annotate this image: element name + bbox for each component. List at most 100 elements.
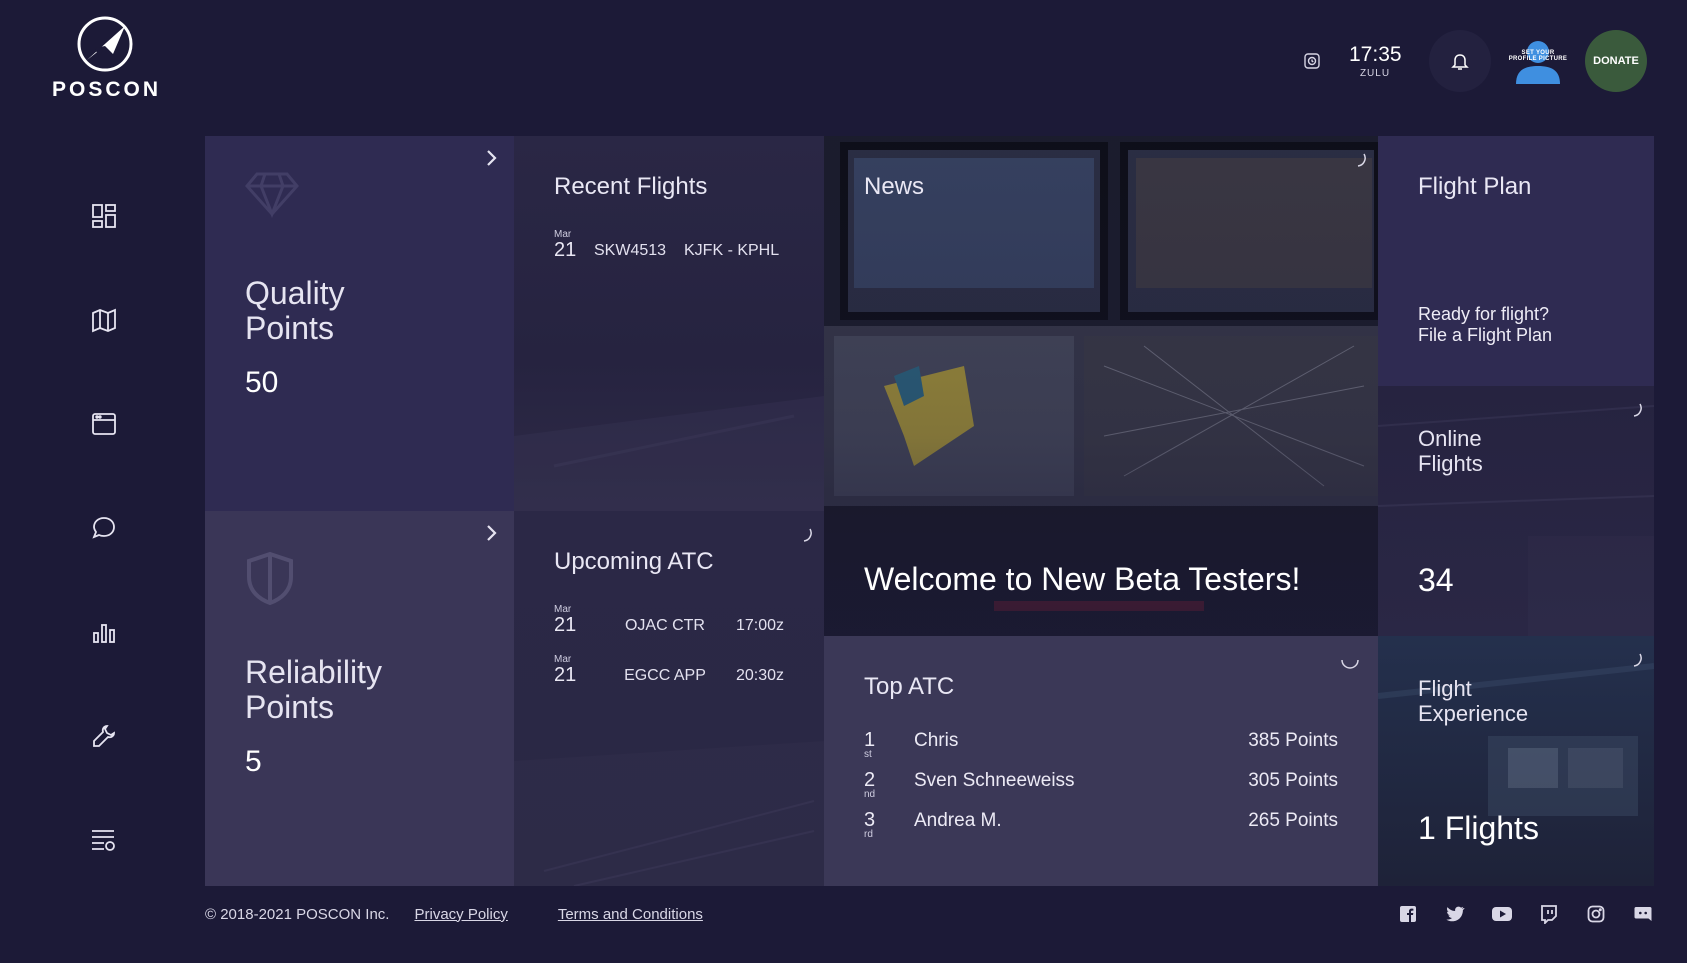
header-toolbar: 17:35 ZULU SET YOUR PROFILE PICTURE DONA… — [1297, 28, 1647, 94]
twitch-link[interactable] — [1538, 903, 1560, 925]
sidebar-item-map[interactable] — [78, 294, 130, 346]
map-icon — [92, 308, 116, 333]
profile-picture-prompt: SET YOUR PROFILE PICTURE — [1508, 50, 1568, 62]
quality-points-label: Quality Points — [245, 275, 345, 346]
shield-icon — [247, 551, 293, 605]
chat-icon — [92, 517, 115, 539]
flight-date: Mar 21 — [554, 229, 577, 261]
sidebar-nav — [78, 190, 130, 866]
flight-experience-title: Flight Experience — [1418, 676, 1529, 726]
bell-icon — [1451, 54, 1469, 70]
loading-spinner-icon — [803, 528, 812, 542]
news-title: News — [864, 173, 925, 200]
leaderboard-points: 305 Points — [1248, 770, 1338, 791]
upcoming-atc-title: Upcoming ATC — [554, 548, 714, 575]
atc-date: Mar 21 — [554, 654, 577, 686]
top-atc-title: Top ATC — [864, 673, 955, 700]
chevron-right-icon — [487, 525, 497, 541]
leaderboard-points: 265 Points — [1248, 810, 1338, 831]
bar-chart-icon — [93, 624, 115, 643]
upcoming-atc-card[interactable]: Upcoming ATC Mar 21 OJAC CTR 17:00z Mar … — [514, 511, 824, 886]
leaderboard-row[interactable]: 2 nd Sven Schneeweiss 305 Points — [864, 770, 1338, 800]
reliability-points-card[interactable]: Reliability Points 5 — [205, 511, 514, 886]
flight-plan-card[interactable]: Flight Plan Ready for flight? File a Fli… — [1378, 136, 1654, 386]
discord-icon — [1634, 907, 1652, 921]
loading-spinner-icon — [1633, 403, 1642, 417]
privacy-policy-link[interactable]: Privacy Policy — [414, 906, 507, 923]
leaderboard-row[interactable]: 3 rd Andrea M. 265 Points — [864, 810, 1338, 840]
loading-spinner-icon — [1341, 659, 1359, 669]
quality-points-value: 50 — [245, 366, 279, 399]
profile-picture-button[interactable]: SET YOUR PROFILE PICTURE — [1505, 30, 1571, 92]
leaderboard-rank: 2 nd — [864, 769, 876, 800]
sidebar-item-tools[interactable] — [78, 710, 130, 762]
wrench-icon — [93, 725, 115, 747]
flight-plan-title: Flight Plan — [1418, 173, 1532, 200]
quality-points-card[interactable]: Quality Points 50 — [205, 136, 514, 511]
online-flights-card[interactable]: Online Flights 34 — [1378, 386, 1654, 636]
donate-button[interactable]: DONATE — [1585, 30, 1647, 92]
background-photo — [1378, 663, 1654, 816]
sidebar-item-chat[interactable] — [78, 502, 130, 554]
timezone-toggle[interactable] — [1297, 46, 1327, 76]
flight-callsign: SKW4513 — [594, 242, 667, 259]
recent-flights-title: Recent Flights — [554, 173, 708, 200]
news-card[interactable]: News Welcome to New Beta Testers! — [824, 136, 1378, 636]
sidebar-item-window[interactable] — [78, 398, 130, 450]
chevron-right-icon — [487, 150, 497, 166]
zulu-clock: 17:35 ZULU — [1349, 43, 1402, 79]
flight-experience-card[interactable]: Flight Experience 1 Flights — [1378, 636, 1654, 886]
loading-spinner-icon — [1633, 653, 1642, 667]
loading-spinner-icon — [1357, 153, 1366, 167]
atc-row[interactable]: Mar 21 EGCC APP 20:30z — [554, 654, 784, 686]
clock-settings-icon — [1304, 53, 1320, 69]
leaderboard-row[interactable]: 1 st Chris 385 Points — [864, 730, 1338, 760]
flight-plan-prompt[interactable]: Ready for flight? File a Flight Plan — [1418, 304, 1552, 346]
atc-time: 17:00z — [735, 617, 784, 634]
top-atc-card[interactable]: Top ATC 1 st Chris 385 Points 2 nd Sven … — [824, 636, 1378, 886]
flight-row[interactable]: Mar 21 SKW4513 KJFK - KPHL — [554, 229, 784, 261]
brand-name: POSCON — [52, 78, 162, 101]
facebook-link[interactable] — [1397, 903, 1419, 925]
twitter-link[interactable] — [1444, 903, 1466, 925]
discord-link[interactable] — [1632, 903, 1654, 925]
recent-flights-card[interactable]: Recent Flights Mar 21 SKW4513 KJFK - KPH… — [514, 136, 824, 511]
youtube-link[interactable] — [1491, 903, 1513, 925]
atc-position: EGCC APP — [624, 667, 706, 684]
copyright: © 2018-2021 POSCON Inc. — [205, 905, 390, 923]
twitter-icon — [1446, 906, 1465, 922]
twitch-icon — [1541, 905, 1557, 924]
notifications-button[interactable] — [1429, 30, 1491, 92]
news-headline[interactable]: Welcome to New Beta Testers! — [864, 561, 1300, 598]
sidebar-item-settings[interactable] — [78, 814, 130, 866]
sidebar-item-stats[interactable] — [78, 606, 130, 658]
quality-points-expand[interactable] — [480, 146, 504, 170]
instagram-link[interactable] — [1585, 903, 1607, 925]
reliability-points-value: 5 — [245, 745, 262, 778]
atc-time: 20:30z — [735, 667, 784, 684]
reliability-points-expand[interactable] — [480, 521, 504, 545]
atc-row[interactable]: Mar 21 OJAC CTR 17:00z — [554, 604, 784, 636]
list-settings-icon — [92, 830, 115, 851]
atc-position: OJAC CTR — [624, 617, 705, 634]
reliability-points-label: Reliability Points — [245, 654, 382, 725]
window-icon — [92, 413, 116, 435]
poscon-logo-icon — [77, 16, 133, 72]
sidebar-item-dashboard[interactable] — [78, 190, 130, 242]
leaderboard-points: 385 Points — [1248, 730, 1338, 751]
dashboard-icon — [92, 204, 116, 228]
youtube-icon — [1492, 907, 1512, 921]
leaderboard-rank: 1 st — [864, 729, 876, 760]
leaderboard-rank: 3 rd — [864, 809, 876, 840]
clock-zone: ZULU — [1359, 67, 1391, 79]
instagram-icon — [1587, 905, 1605, 923]
logo[interactable]: POSCON — [52, 14, 158, 102]
terms-link[interactable]: Terms and Conditions — [558, 906, 703, 923]
flight-experience-value: 1 Flights — [1418, 810, 1539, 846]
leaderboard-name: Sven Schneeweiss — [914, 770, 1075, 791]
flight-route: KJFK - KPHL — [684, 242, 780, 259]
footer: © 2018-2021 POSCON Inc. Privacy Policy T… — [205, 902, 1654, 926]
atc-date: Mar 21 — [554, 604, 577, 636]
online-flights-value: 34 — [1418, 562, 1454, 598]
facebook-icon — [1400, 906, 1416, 922]
